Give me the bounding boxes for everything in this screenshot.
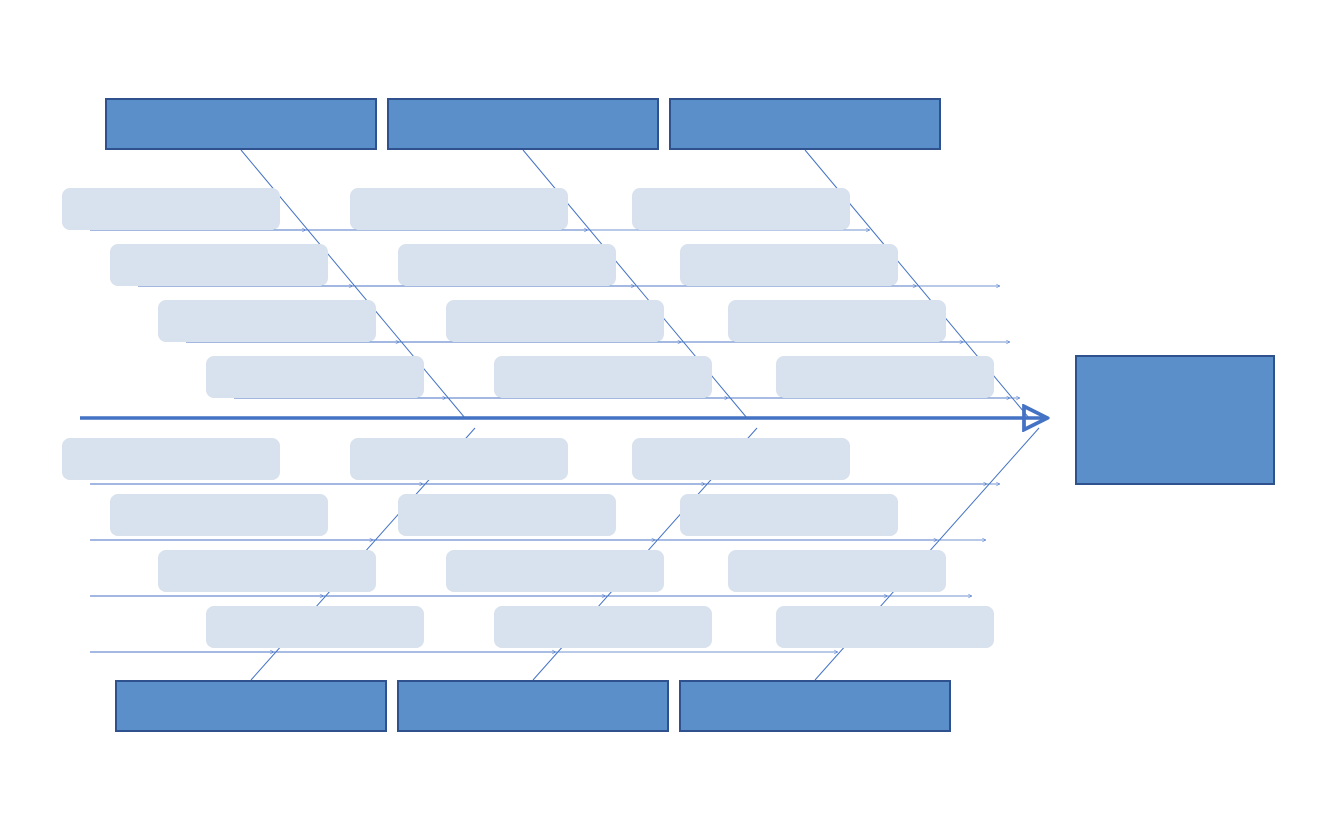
cause-box-top-col3-row1 (632, 188, 850, 230)
cause-box-bottom-col3-row4 (776, 606, 994, 648)
cause-box-top-col3-row2 (680, 244, 898, 286)
cause-box-bottom-col1-row3 (158, 550, 376, 592)
cause-box-bottom-col2-row2 (398, 494, 616, 536)
fishbone-canvas (0, 0, 1344, 816)
cause-box-top-col3-row3 (728, 300, 946, 342)
cause-box-top-col3-row4 (776, 356, 994, 398)
cause-box-bottom-col2-row4 (494, 606, 712, 648)
cause-box-bottom-col1-row4 (206, 606, 424, 648)
cause-box-top-col1-row1 (62, 188, 280, 230)
cause-box-bottom-col1-row1 (62, 438, 280, 480)
cause-box-top-col1-row4 (206, 356, 424, 398)
cause-box-bottom-col3-row3 (728, 550, 946, 592)
cause-box-bottom-col2-row1 (350, 438, 568, 480)
category-box-bottom-3 (679, 680, 951, 732)
cause-box-top-col2-row3 (446, 300, 664, 342)
category-box-top-3 (669, 98, 941, 150)
cause-box-bottom-col1-row2 (110, 494, 328, 536)
category-box-top-2 (387, 98, 659, 150)
cause-box-bottom-col3-row2 (680, 494, 898, 536)
cause-box-top-col1-row3 (158, 300, 376, 342)
cause-box-top-col2-row1 (350, 188, 568, 230)
cause-box-bottom-col3-row1 (632, 438, 850, 480)
cause-box-top-col2-row2 (398, 244, 616, 286)
category-box-bottom-1 (115, 680, 387, 732)
effect-box (1075, 355, 1275, 485)
cause-box-bottom-col2-row3 (446, 550, 664, 592)
cause-box-top-col2-row4 (494, 356, 712, 398)
cause-box-top-col1-row2 (110, 244, 328, 286)
category-box-top-1 (105, 98, 377, 150)
category-box-bottom-2 (397, 680, 669, 732)
